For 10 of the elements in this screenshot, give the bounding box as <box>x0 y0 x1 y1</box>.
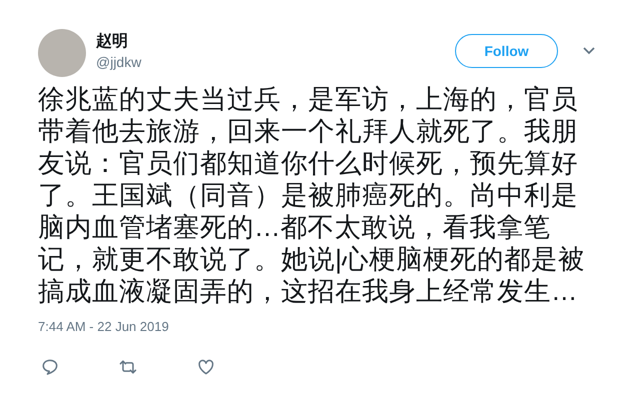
chevron-down-icon[interactable] <box>582 46 596 56</box>
follow-button[interactable]: Follow <box>455 34 558 68</box>
author-name[interactable]: 赵明 <box>96 32 142 52</box>
reply-button[interactable] <box>40 356 60 376</box>
tweet-timestamp: 7:44 AM - 22 Jun 2019 <box>38 318 170 336</box>
speech-bubble-icon <box>40 356 60 376</box>
heart-icon <box>196 356 216 376</box>
like-button[interactable] <box>196 356 216 376</box>
tweet-text: 徐兆蓝的丈夫当过兵，是军访，上海的，官员带着他去旅游，回来一个礼拜人就死了。我朋友说：官员们都知道你什么时候死，预先算好了。王国斌（同音）是被肺癌死的。尚中利是脑内血管堵塞死的…都不太敢说，看我拿笔记，就更不敢说了。她说|心梗脑梗死的都是被搞成血液凝固弄的，这招在我身上经常发生… <box>38 83 586 307</box>
author-handle[interactable]: @jjdkw <box>96 52 142 72</box>
